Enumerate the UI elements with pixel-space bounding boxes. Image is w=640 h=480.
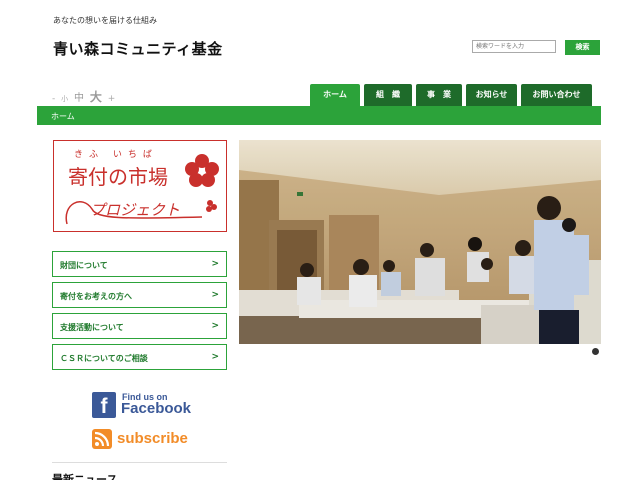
side-menu-label: 寄付をお考えの方へ xyxy=(60,292,132,301)
font-size-increase[interactable]: + xyxy=(108,94,116,104)
side-menu-label: 財団について xyxy=(60,261,108,270)
nav-home[interactable]: ホーム xyxy=(310,84,360,106)
facebook-big-text: Facebook xyxy=(121,400,192,417)
font-size-decrease[interactable]: - xyxy=(52,94,55,104)
breadcrumb-bar: ホーム xyxy=(37,106,601,125)
side-menu-csr[interactable]: ＣＳＲについてのご相談 > xyxy=(52,344,227,370)
nav-organization[interactable]: 組 織 xyxy=(364,84,412,106)
latest-news-heading: 最新ニュース xyxy=(52,473,118,480)
rss-icon xyxy=(92,429,112,449)
chevron-right-icon: > xyxy=(211,290,219,300)
chevron-right-icon: > xyxy=(211,352,219,362)
font-size-small[interactable]: 小 xyxy=(61,95,68,103)
font-size-large[interactable]: 大 xyxy=(90,90,102,104)
side-menu-label: 支援活動について xyxy=(60,323,124,332)
chevron-right-icon: > xyxy=(211,321,219,331)
banner-ruby-text: きふ いちば xyxy=(74,150,158,160)
rss-subscribe-link[interactable]: subscribe xyxy=(92,429,192,449)
site-title[interactable]: 青い森コミュニティ基金 xyxy=(53,38,223,59)
banner-main-text: 寄付の市場 xyxy=(68,165,168,189)
flower-icon xyxy=(185,154,219,212)
nav-news[interactable]: お知らせ xyxy=(466,84,517,106)
facebook-link[interactable]: f Find us on Facebook xyxy=(92,392,192,418)
donation-market-banner[interactable]: きふ いちば 寄付の市場 プロジェクト xyxy=(53,140,227,232)
facebook-icon: f xyxy=(92,392,116,418)
news-divider xyxy=(52,462,227,463)
search-button[interactable]: 検索 xyxy=(565,40,600,55)
main-nav: ホーム 組 織 事 業 お知らせ お問い合わせ xyxy=(310,84,596,106)
side-menu-support[interactable]: 支援活動について > xyxy=(52,313,227,339)
banner-sub-text: プロジェクト xyxy=(90,201,181,219)
chevron-right-icon: > xyxy=(211,259,219,269)
slideshow-photo xyxy=(239,140,601,344)
font-size-control: - 小 中 大 + xyxy=(52,88,118,105)
breadcrumb-home[interactable]: ホーム xyxy=(51,111,75,122)
rss-subscribe-text: subscribe xyxy=(117,430,188,447)
font-size-medium[interactable]: 中 xyxy=(74,93,84,104)
site-tagline: あなたの想いを届ける仕組み xyxy=(53,16,157,25)
search-input[interactable] xyxy=(472,40,556,53)
nav-projects[interactable]: 事 業 xyxy=(416,84,462,106)
side-menu-donors[interactable]: 寄付をお考えの方へ > xyxy=(52,282,227,308)
side-menu: 財団について > 寄付をお考えの方へ > 支援活動について > ＣＳＲについての… xyxy=(52,251,227,375)
side-menu-about[interactable]: 財団について > xyxy=(52,251,227,277)
slider-pagination-dot[interactable] xyxy=(592,348,599,355)
nav-contact[interactable]: お問い合わせ xyxy=(521,84,592,106)
side-menu-label: ＣＳＲについてのご相談 xyxy=(60,354,148,363)
